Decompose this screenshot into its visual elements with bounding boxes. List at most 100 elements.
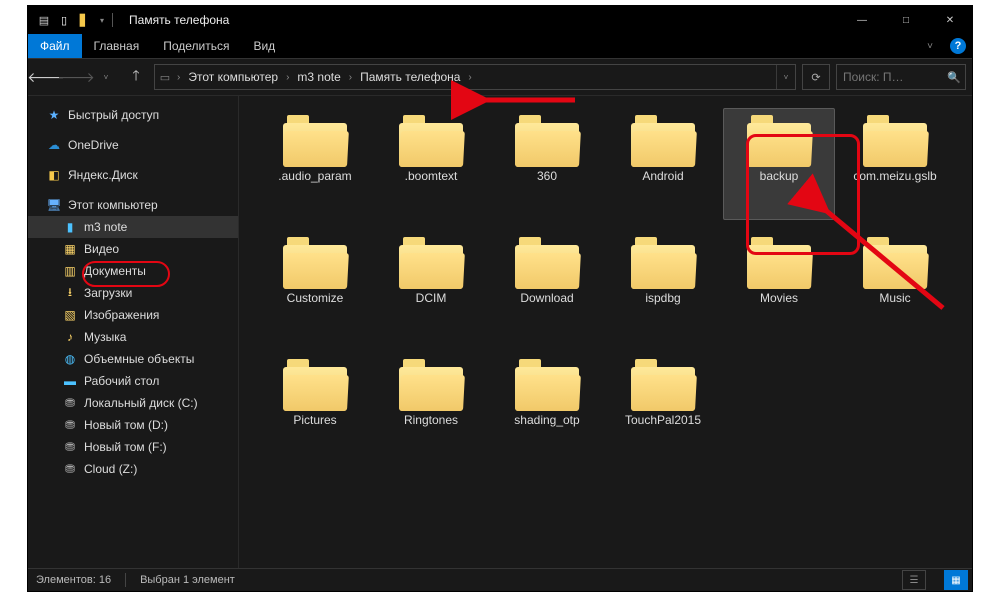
nav-up-button[interactable]: 🡑 <box>124 65 148 89</box>
sidebar-documents[interactable]: ▥Документы <box>28 260 238 282</box>
content-pane[interactable]: .audio_param.boomtext360 Android backupcom… <box>239 96 972 568</box>
sidebar-cloud-z[interactable]: ⛃Cloud (Z:) <box>28 458 238 480</box>
titlebar-divider <box>112 13 113 27</box>
close-button[interactable]: ✕ <box>928 6 972 34</box>
folder-item[interactable]: com.meizu.gslb <box>839 108 951 220</box>
desktop-icon: ▬ <box>62 373 78 389</box>
folder-item[interactable]: Pictures <box>259 352 371 464</box>
sidebar-item-label: Видео <box>84 242 119 256</box>
minimize-button[interactable]: — <box>840 6 884 34</box>
drive-icon: ▤ <box>36 12 52 28</box>
chevron-right-icon[interactable]: › <box>466 72 473 83</box>
folder-icon <box>515 115 579 167</box>
address-dropdown-icon[interactable]: ˅ <box>776 65 795 89</box>
explorer-window: ▤ ▯ ▋ ▾ Память телефона — □ ✕ Файл Главн… <box>28 6 972 591</box>
folder-icon <box>283 237 347 289</box>
sidebar-desktop[interactable]: ▬Рабочий стол <box>28 370 238 392</box>
view-large-icons-button[interactable]: ▦ <box>944 570 968 590</box>
phone-icon: ▮ <box>62 219 78 235</box>
folder-icon <box>863 237 927 289</box>
window-title: Память телефона <box>129 13 229 27</box>
address-bar[interactable]: ▭ › Этот компьютер › m3 note › Память те… <box>154 64 796 90</box>
tab-share[interactable]: Поделиться <box>151 34 241 58</box>
downloads-icon: ⭳ <box>62 285 78 301</box>
search-input[interactable] <box>841 69 947 85</box>
disk-icon: ◧ <box>46 167 62 183</box>
sidebar-this-pc[interactable]: 🖥Этот компьютер <box>28 194 238 216</box>
search-icon: 🔍 <box>947 71 961 84</box>
sidebar-video[interactable]: ▦Видео <box>28 238 238 260</box>
nav-back-button[interactable]: 🡐 <box>34 65 58 89</box>
sidebar-local-c[interactable]: ⛃Локальный диск (C:) <box>28 392 238 414</box>
folder-item[interactable]: Android <box>607 108 719 220</box>
nav-forward-button[interactable]: 🡒 <box>64 65 88 89</box>
status-bar: Элементов: 16 Выбран 1 элемент ☰ ▦ <box>28 568 972 591</box>
folder-icon <box>283 115 347 167</box>
search-box[interactable]: 🔍 <box>836 64 966 90</box>
chevron-right-icon[interactable]: › <box>175 72 182 83</box>
sidebar-new-d[interactable]: ⛃Новый том (D:) <box>28 414 238 436</box>
folder-item[interactable]: backup <box>723 108 835 220</box>
sidebar-item-label: Объемные объекты <box>84 352 194 366</box>
tab-file[interactable]: Файл <box>28 34 82 58</box>
sidebar-quick-access[interactable]: ★Быстрый доступ <box>28 104 238 126</box>
sidebar-downloads[interactable]: ⭳ Загрузки <box>28 282 238 304</box>
quick-access-toolbar: ▤ ▯ ▋ ▾ <box>36 12 104 28</box>
qat-dropdown-icon[interactable]: ▾ <box>100 16 104 25</box>
drive-icon: ⛃ <box>62 417 78 433</box>
status-selection: Выбран 1 элемент <box>140 574 235 586</box>
folder-icon <box>399 237 463 289</box>
nav-recent-dropdown[interactable]: ˅ <box>94 65 118 89</box>
folder-item[interactable]: Movies <box>723 230 835 342</box>
sidebar-item-label: OneDrive <box>68 138 119 152</box>
folder-icon <box>747 115 811 167</box>
folder-item[interactable]: Customize <box>259 230 371 342</box>
chevron-right-icon[interactable]: › <box>284 72 291 83</box>
status-item-count: Элементов: 16 <box>36 574 111 586</box>
folder-item[interactable]: Music <box>839 230 951 342</box>
folder-item[interactable]: DCIM <box>375 230 487 342</box>
ribbon-expand-icon[interactable]: ˅ <box>916 34 944 58</box>
folder-item[interactable]: .audio_param <box>259 108 371 220</box>
folder-icon <box>747 237 811 289</box>
sidebar-item-label: Изображения <box>84 308 159 322</box>
sidebar-music[interactable]: ♪Музыка <box>28 326 238 348</box>
tab-home[interactable]: Главная <box>82 34 152 58</box>
folder-item[interactable]: Download <box>491 230 603 342</box>
sidebar-new-f[interactable]: ⛃Новый том (F:) <box>28 436 238 458</box>
folder-item[interactable]: 360 <box>491 108 603 220</box>
sidebar-item-label: Новый том (F:) <box>84 440 167 454</box>
breadcrumb-this-pc[interactable]: Этот компьютер <box>182 65 284 89</box>
sidebar-yandex-disk[interactable]: ◧Яндекс.Диск <box>28 164 238 186</box>
folder-grid: .audio_param.boomtext360 Android backupcom… <box>259 108 962 464</box>
folder-item[interactable]: shading_otp <box>491 352 603 464</box>
folder-icon <box>631 115 695 167</box>
folder-icon <box>283 359 347 411</box>
sidebar-item-label: Локальный диск (C:) <box>84 396 198 410</box>
sidebar-3d-objects[interactable]: ◍Объемные объекты <box>28 348 238 370</box>
folder-label: Music <box>879 291 910 305</box>
properties-icon[interactable]: ▯ <box>56 12 72 28</box>
view-details-button[interactable]: ☰ <box>902 570 926 590</box>
refresh-button[interactable]: ⟳ <box>802 64 830 90</box>
folder-item[interactable]: .boomtext <box>375 108 487 220</box>
help-button[interactable]: ? <box>944 34 972 58</box>
sidebar-m3-note[interactable]: ▮m3 note <box>28 216 238 238</box>
chevron-right-icon[interactable]: › <box>347 72 354 83</box>
cloud-icon: ☁ <box>46 137 62 153</box>
sidebar-onedrive[interactable]: ☁ OneDrive <box>28 134 238 156</box>
breadcrumb-phone-storage[interactable]: Память телефона <box>354 65 466 89</box>
sidebar-item-label: Быстрый доступ <box>68 108 159 122</box>
maximize-button[interactable]: □ <box>884 6 928 34</box>
folder-item[interactable]: Ringtones <box>375 352 487 464</box>
folder-item[interactable]: TouchPal2015 <box>607 352 719 464</box>
folder-label: Android <box>642 169 683 183</box>
folder-item[interactable]: ispdbg <box>607 230 719 342</box>
help-icon: ? <box>950 38 966 54</box>
sidebar-item-label: Загрузки <box>84 286 132 300</box>
folder-icon <box>515 237 579 289</box>
ribbon-tabs: Файл Главная Поделиться Вид ˅ ? <box>28 34 972 59</box>
sidebar-pictures[interactable]: ▧Изображения <box>28 304 238 326</box>
breadcrumb-m3-note[interactable]: m3 note <box>291 65 346 89</box>
tab-view[interactable]: Вид <box>241 34 287 58</box>
